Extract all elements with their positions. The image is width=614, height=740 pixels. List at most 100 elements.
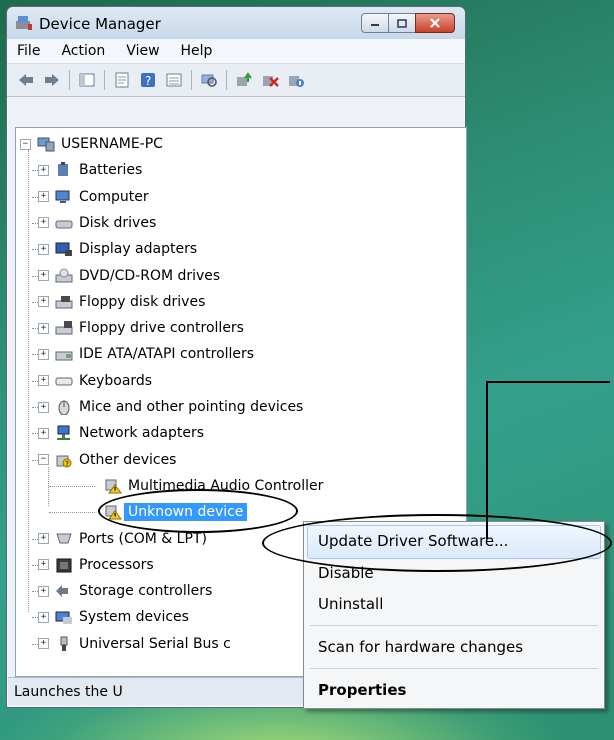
tree-item-label: Disk drives [79, 214, 157, 231]
disable-icon[interactable] [287, 72, 305, 88]
expand-icon[interactable]: + [38, 243, 49, 255]
tree-item-category[interactable]: −? Other devices [38, 447, 176, 473]
svg-text:?: ? [65, 460, 69, 468]
collapse-icon[interactable]: − [20, 138, 31, 150]
expand-icon[interactable]: + [38, 191, 49, 203]
floppy-drive-icon [55, 294, 73, 310]
computer-icon [55, 189, 73, 205]
expand-icon[interactable]: + [38, 585, 49, 597]
floppy-controller-icon [55, 320, 73, 336]
tree-item-category[interactable]: + DVD/CD-ROM drives [38, 263, 220, 289]
network-adapter-icon [55, 425, 73, 441]
device-manager-icon [16, 16, 32, 30]
back-icon[interactable] [17, 72, 35, 88]
expand-icon[interactable]: + [38, 427, 49, 439]
expand-icon[interactable]: + [38, 611, 49, 623]
tree-item-label: Other devices [79, 451, 177, 468]
tree-root[interactable]: − USERNAME-PC [20, 131, 163, 157]
menu-scan-hardware[interactable]: Scan for hardware changes [318, 638, 523, 656]
svg-text:?: ? [145, 74, 151, 88]
expand-icon[interactable]: + [38, 401, 49, 413]
show-hide-tree-icon[interactable] [78, 72, 96, 88]
properties-icon[interactable] [113, 72, 131, 88]
expand-icon[interactable]: + [38, 375, 49, 387]
keyboard-icon [55, 373, 73, 389]
menu-file[interactable]: File [17, 43, 40, 59]
tree-item-label: Mice and other pointing devices [79, 399, 304, 415]
minimize-button[interactable] [361, 13, 389, 33]
expand-icon[interactable]: + [38, 296, 49, 308]
ide-controller-icon [55, 346, 73, 362]
expand-icon[interactable]: + [38, 322, 49, 334]
tree-item-category[interactable]: + Universal Serial Bus c [38, 631, 231, 657]
tree-item-category[interactable]: + Floppy drive controllers [38, 315, 244, 341]
tree-item-label: Batteries [79, 162, 143, 179]
tree-item-label: System devices [79, 609, 189, 626]
tree-item-label: Floppy drive controllers [79, 320, 244, 337]
tree-item-label: Floppy disk drives [79, 293, 206, 310]
menu-bar: File Action View Help [7, 39, 465, 64]
tree-item-category[interactable]: + Floppy disk drives [38, 289, 205, 315]
menu-uninstall[interactable]: Uninstall [318, 595, 383, 613]
port-icon [55, 531, 73, 547]
menu-view[interactable]: View [126, 43, 159, 59]
maximize-button[interactable] [388, 13, 416, 33]
processor-icon [55, 557, 73, 573]
window-title: Device Manager [39, 15, 161, 33]
tree-item-category[interactable]: + Keyboards [38, 368, 152, 394]
tree-item-label: IDE ATA/ATAPI controllers [79, 346, 255, 363]
title-bar[interactable]: Device Manager [7, 7, 465, 39]
menu-action[interactable]: Action [61, 43, 105, 59]
expand-icon[interactable]: + [38, 217, 49, 229]
expand-icon[interactable]: + [38, 638, 49, 650]
tree-item-category[interactable]: + IDE ATA/ATAPI controllers [38, 341, 254, 367]
tree-item-label: DVD/CD-ROM drives [79, 267, 221, 284]
expand-icon[interactable]: + [38, 164, 49, 176]
annotation-ellipse-unknown-device [98, 489, 298, 533]
uninstall-icon[interactable] [261, 72, 279, 88]
status-text: Launches the U [14, 683, 123, 700]
expand-icon[interactable]: + [38, 559, 49, 571]
tree-item-label: USERNAME-PC [61, 136, 163, 152]
collapse-icon[interactable]: − [38, 454, 49, 466]
expand-icon[interactable]: + [38, 270, 49, 281]
expand-icon[interactable]: + [38, 348, 49, 360]
minimize-icon [371, 24, 379, 26]
mouse-icon [55, 399, 73, 415]
battery-icon [55, 162, 73, 178]
usb-icon [55, 636, 73, 652]
display-adapter-icon [55, 241, 73, 257]
tree-item-category[interactable]: + Computer [38, 184, 149, 210]
tree-item-label: Storage controllers [79, 583, 213, 600]
dvd-drive-icon [55, 268, 73, 284]
disk-drive-icon [55, 215, 73, 231]
tree-item-label: Processors [79, 556, 154, 573]
tree-item-label: Network adapters [79, 425, 204, 442]
menu-help[interactable]: Help [181, 43, 213, 59]
tree-item-category[interactable]: + Display adapters [38, 236, 197, 262]
tree-item-category[interactable]: + System devices [38, 604, 189, 630]
update-driver-icon[interactable] [235, 72, 253, 88]
warning-device-icon [104, 478, 122, 494]
other-devices-icon: ? [55, 452, 73, 468]
tree-item-label: Display adapters [79, 241, 198, 258]
help-icon[interactable]: ? [139, 72, 157, 88]
tree-item-label: Universal Serial Bus c [79, 635, 231, 652]
expand-icon[interactable]: + [38, 533, 49, 544]
tree-item-category[interactable]: + Mice and other pointing devices [38, 394, 303, 420]
tree-item-category[interactable]: + Network adapters [38, 420, 204, 446]
close-button[interactable] [415, 13, 455, 33]
tree-item-category[interactable]: + Processors [38, 552, 154, 578]
view-icon[interactable] [165, 72, 183, 88]
menu-properties[interactable]: Properties [318, 681, 406, 699]
computer-root-icon [37, 136, 55, 152]
toolbar: ? [7, 64, 465, 97]
tree-item-category[interactable]: + Batteries [38, 157, 142, 183]
tree-item-category[interactable]: + Storage controllers [38, 578, 212, 604]
tree-item-label: Computer [79, 188, 149, 205]
system-devices-icon [55, 609, 73, 625]
scan-hardware-icon[interactable] [200, 72, 218, 88]
forward-icon[interactable] [43, 72, 61, 88]
tree-item-category[interactable]: + Disk drives [38, 210, 156, 236]
close-icon [430, 18, 440, 28]
